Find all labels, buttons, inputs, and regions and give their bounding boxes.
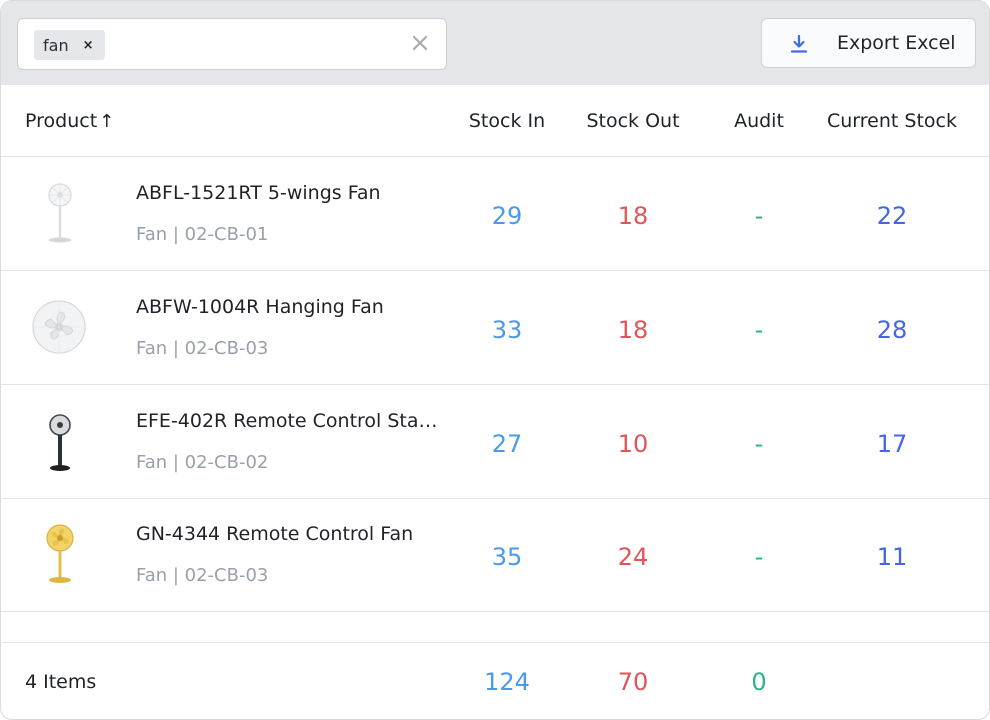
table-footer: 4 Items 124 70 0	[1, 642, 989, 719]
product-category-location: Fan | 02-CB-01	[136, 224, 269, 245]
white-wall-fan-image	[32, 300, 86, 354]
column-header-product-label: Product	[25, 110, 98, 132]
search-input[interactable]: fan ×	[17, 18, 447, 70]
filter-chip-label: fan	[43, 35, 69, 55]
audit-value: -	[754, 316, 764, 344]
table-header: Product ↑ Stock In Stock Out Audit Curren…	[1, 85, 989, 157]
column-header-product[interactable]: Product ↑	[25, 110, 114, 132]
product-name[interactable]: GN-4344 Remote Control Fan	[136, 523, 441, 545]
filter-chip[interactable]: fan ×	[34, 30, 106, 60]
column-header-stock-in[interactable]: Stock In	[457, 110, 557, 132]
column-header-audit[interactable]: Audit	[709, 110, 809, 132]
current-stock-value: 17	[876, 430, 908, 458]
product-category-location: Fan | 02-CB-03	[136, 565, 269, 586]
stock-in-value: 27	[491, 430, 523, 458]
stock-out-value: 18	[617, 316, 649, 344]
current-stock-value: 11	[876, 543, 908, 571]
download-icon	[790, 34, 808, 53]
stock-out-value: 24	[617, 543, 649, 571]
product-name[interactable]: ABFL-1521RT 5-wings Fan	[136, 182, 441, 204]
audit-value: -	[754, 202, 764, 230]
product-name[interactable]: EFE-402R Remote Control Stand Fan	[136, 410, 441, 432]
sort-ascending-icon: ↑	[99, 111, 115, 132]
table-row[interactable]: ABFW-1004R Hanging Fan Fan | 02-CB-03 33…	[1, 271, 989, 385]
stock-in-value: 35	[491, 543, 523, 571]
column-header-stock-out[interactable]: Stock Out	[573, 110, 693, 132]
table-row[interactable]: GN-4344 Remote Control Fan Fan | 02-CB-0…	[1, 498, 989, 612]
current-stock-value: 28	[876, 316, 908, 344]
inventory-panel: fan × Export Excel Product ↑ Stock In Sto…	[0, 0, 990, 720]
product-name[interactable]: ABFW-1004R Hanging Fan	[136, 296, 441, 318]
product-category-location: Fan | 02-CB-02	[136, 452, 269, 473]
table-row[interactable]: EFE-402R Remote Control Stand Fan Fan | …	[1, 385, 989, 499]
black-stand-fan-image	[49, 414, 71, 471]
total-audit: 0	[751, 668, 767, 696]
stock-out-value: 10	[617, 430, 649, 458]
export-excel-button[interactable]: Export Excel	[761, 18, 976, 68]
table-row[interactable]: ABFL-1521RT 5-wings Fan Fan | 02-CB-01 2…	[1, 157, 989, 271]
current-stock-value: 22	[876, 202, 908, 230]
product-category-location: Fan | 02-CB-03	[136, 338, 269, 359]
stock-in-value: 29	[491, 202, 523, 230]
export-button-label: Export Excel	[837, 32, 956, 54]
stock-out-value: 18	[617, 202, 649, 230]
item-count: 4 Items	[25, 671, 97, 693]
audit-value: -	[754, 543, 764, 571]
yellow-stand-fan-image	[46, 524, 74, 583]
close-icon[interactable]	[410, 33, 430, 53]
white-standing-fan-image	[48, 183, 72, 243]
total-stock-out: 70	[617, 668, 649, 696]
chip-remove-icon[interactable]: ×	[83, 38, 94, 53]
toolbar: fan × Export Excel	[1, 1, 989, 85]
stock-in-value: 33	[491, 316, 523, 344]
total-stock-in: 124	[484, 668, 530, 696]
column-header-current-stock[interactable]: Current Stock	[819, 110, 965, 132]
audit-value: -	[754, 430, 764, 458]
